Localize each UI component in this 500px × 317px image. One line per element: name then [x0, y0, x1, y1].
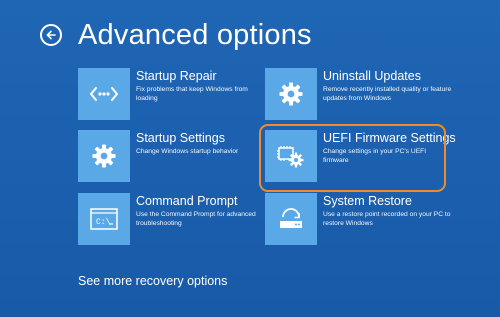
tile-title: UEFI Firmware Settings — [323, 131, 456, 145]
tile-title: Uninstall Updates — [323, 69, 421, 83]
tile-text: Startup Repair Fix problems that keep Wi… — [130, 68, 266, 124]
tile-icon-box — [78, 68, 130, 120]
advanced-options-screen: Advanced options Startup Repair Fix prob… — [0, 0, 500, 317]
code-brackets-icon — [90, 87, 118, 101]
tile-text: Uninstall Updates Remove recently instal… — [317, 68, 453, 124]
tile-command-prompt[interactable]: C:\ Command Prompt Use the Command Promp… — [78, 193, 256, 249]
tile-uefi-firmware-settings[interactable]: UEFI Firmware Settings Change settings i… — [259, 124, 456, 192]
system-restore-icon — [280, 208, 302, 228]
back-arrow-icon — [46, 30, 56, 40]
tile-icon-box — [265, 193, 317, 245]
tile-description: Use a restore point recorded on your PC … — [323, 211, 451, 227]
page-title: Advanced options — [78, 18, 312, 51]
tile-description: Remove recently installed quality or fea… — [323, 86, 452, 102]
tile-icon-box — [265, 130, 317, 182]
tile-startup-repair[interactable]: Startup Repair Fix problems that keep Wi… — [78, 68, 253, 124]
tile-icon-box: C:\ — [78, 193, 130, 245]
firmware-gear-icon — [277, 146, 304, 168]
tile-description: Change Windows startup behavior — [136, 148, 239, 155]
tile-text: Command Prompt Use the Command Prompt fo… — [130, 193, 266, 249]
tile-text: UEFI Firmware Settings Change settings i… — [317, 130, 456, 186]
tile-title: Command Prompt — [136, 194, 238, 208]
gear-icon — [92, 144, 116, 168]
tile-icon-box — [265, 68, 317, 120]
tile-description: Use the Command Prompt for advanced trou… — [136, 211, 256, 227]
tile-title: Startup Repair — [136, 69, 217, 83]
tile-startup-settings[interactable]: Startup Settings Change Windows startup … — [78, 130, 253, 186]
see-more-recovery-options-link[interactable]: See more recovery options — [78, 274, 227, 288]
svg-text:C:\: C:\ — [96, 218, 111, 227]
tile-text: Startup Settings Change Windows startup … — [130, 130, 266, 186]
tile-description: Change settings in your PC's UEFI firmwa… — [323, 148, 427, 164]
tile-title: System Restore — [323, 194, 412, 208]
tile-description: Fix problems that keep Windows from load… — [136, 86, 248, 102]
tile-system-restore[interactable]: System Restore Use a restore point recor… — [265, 193, 451, 249]
header: Advanced options — [40, 15, 312, 55]
back-button[interactable] — [40, 24, 62, 46]
tile-uninstall-updates[interactable]: Uninstall Updates Remove recently instal… — [265, 68, 451, 124]
tile-title: Startup Settings — [136, 131, 225, 145]
tile-icon-box — [78, 130, 130, 182]
gear-icon — [279, 82, 303, 106]
command-prompt-icon: C:\ — [90, 208, 118, 230]
tile-text: System Restore Use a restore point recor… — [317, 193, 453, 249]
